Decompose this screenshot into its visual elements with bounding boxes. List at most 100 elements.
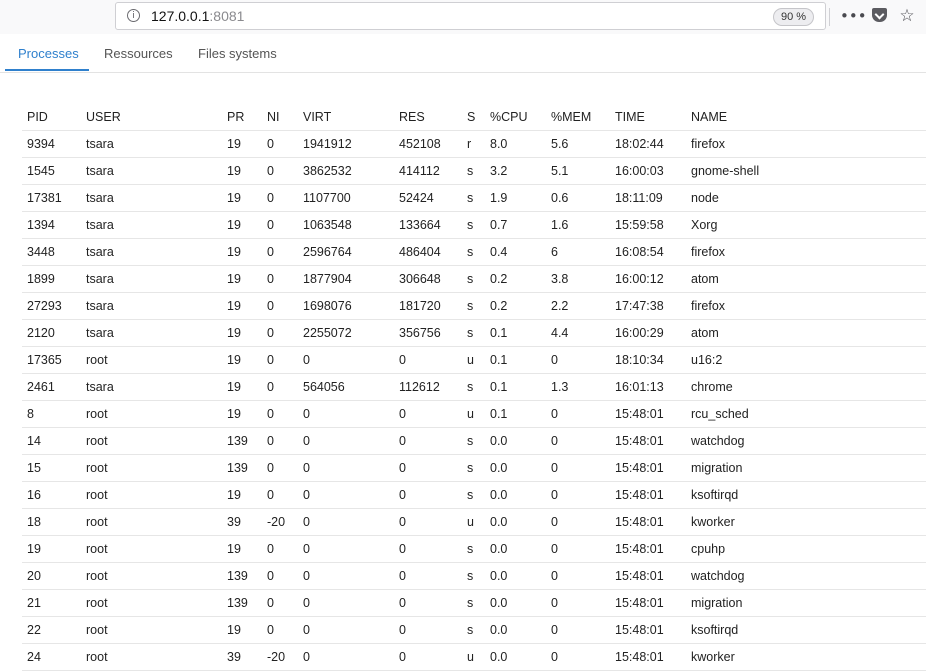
cell-ni: 0 bbox=[267, 461, 274, 475]
cell-user: root bbox=[86, 542, 108, 556]
table-row[interactable]: 15 root 139 0 0 0 s 0.0 0 15:48:01 migration bbox=[22, 455, 926, 482]
cell-cpu: 0.2 bbox=[490, 299, 508, 313]
table-row[interactable]: 9394 tsara 19 0 1941912 452108 r 8.0 5.6 18:02:44… bbox=[22, 131, 926, 158]
column-header-state[interactable]: S bbox=[467, 110, 475, 124]
cell-mem: 0 bbox=[551, 623, 558, 637]
cell-pid: 3448 bbox=[27, 245, 55, 259]
cell-mem: 2.2 bbox=[551, 299, 569, 313]
cell-pr: 19 bbox=[227, 272, 241, 286]
url-host: 127.0.0.1 bbox=[151, 8, 210, 24]
cell-res: 0 bbox=[399, 515, 406, 529]
cell-cpu: 0.0 bbox=[490, 623, 508, 637]
cell-cpu: 0.0 bbox=[490, 650, 508, 664]
cell-time: 16:00:12 bbox=[615, 272, 664, 286]
table-row[interactable]: 21 root 139 0 0 0 s 0.0 0 15:48:01 migration bbox=[22, 590, 926, 617]
cell-time: 16:00:29 bbox=[615, 326, 664, 340]
table-row[interactable]: 18 root 39 -20 0 0 u 0.0 0 15:48:01 kworker bbox=[22, 509, 926, 536]
table-row[interactable]: 17365 root 19 0 0 0 u 0.1 0 18:10:34 u16:2 bbox=[22, 347, 926, 374]
cell-pid: 21 bbox=[27, 596, 41, 610]
column-header-mem[interactable]: %MEM bbox=[551, 110, 591, 124]
cell-cpu: 0.0 bbox=[490, 434, 508, 448]
tab-processes[interactable]: Processes bbox=[18, 46, 79, 61]
cell-ni: 0 bbox=[267, 407, 274, 421]
cell-state: r bbox=[467, 137, 472, 151]
page-actions-icon[interactable]: ••• bbox=[840, 6, 867, 26]
cell-cpu: 0.1 bbox=[490, 380, 508, 394]
table-row[interactable]: 16 root 19 0 0 0 s 0.0 0 15:48:01 ksoftirqd bbox=[22, 482, 926, 509]
table-row[interactable]: 2461 tsara 19 0 564056 112612 s 0.1 1.3 16:01:13 c… bbox=[22, 374, 926, 401]
cell-cpu: 0.7 bbox=[490, 218, 508, 232]
table-row[interactable]: 22 root 19 0 0 0 s 0.0 0 15:48:01 ksoftirqd bbox=[22, 617, 926, 644]
cell-time: 15:48:01 bbox=[615, 596, 664, 610]
cell-ni: 0 bbox=[267, 164, 274, 178]
cell-pid: 24 bbox=[27, 650, 41, 664]
cell-time: 15:48:01 bbox=[615, 515, 664, 529]
cell-pid: 20 bbox=[27, 569, 41, 583]
column-header-pr[interactable]: PR bbox=[227, 110, 244, 124]
cell-state: s bbox=[467, 326, 474, 340]
column-header-pid[interactable]: PID bbox=[27, 110, 48, 124]
cell-ni: 0 bbox=[267, 272, 274, 286]
process-table: PID USER PR NI VIRT RES S %CPU %MEM TIME NAME 9394… bbox=[22, 104, 926, 671]
cell-user: root bbox=[86, 461, 108, 475]
address-bar[interactable]: i 127.0.0.1:8081 90 % bbox=[115, 2, 826, 30]
table-row[interactable]: 1394 tsara 19 0 1063548 133664 s 0.7 1.6 15:59:58… bbox=[22, 212, 926, 239]
cell-virt: 1698076 bbox=[303, 299, 352, 313]
cell-name: atom bbox=[691, 272, 719, 286]
cell-mem: 0 bbox=[551, 488, 558, 502]
table-row[interactable]: 20 root 139 0 0 0 s 0.0 0 15:48:01 watchdog bbox=[22, 563, 926, 590]
cell-user: root bbox=[86, 650, 108, 664]
column-header-cpu[interactable]: %CPU bbox=[490, 110, 528, 124]
table-row[interactable]: 24 root 39 -20 0 0 u 0.0 0 15:48:01 kworker bbox=[22, 644, 926, 671]
cell-virt: 0 bbox=[303, 569, 310, 583]
url-text[interactable]: 127.0.0.1:8081 bbox=[151, 8, 244, 24]
column-header-name[interactable]: NAME bbox=[691, 110, 727, 124]
cell-pr: 19 bbox=[227, 164, 241, 178]
tab-ressources[interactable]: Ressources bbox=[104, 46, 173, 61]
cell-pid: 19 bbox=[27, 542, 41, 556]
table-row[interactable]: 3448 tsara 19 0 2596764 486404 s 0.4 6 16:08:54 fi… bbox=[22, 239, 926, 266]
tab-files-systems[interactable]: Files systems bbox=[198, 46, 277, 61]
cell-user: tsara bbox=[86, 272, 114, 286]
cell-pid: 18 bbox=[27, 515, 41, 529]
cell-user: tsara bbox=[86, 218, 114, 232]
column-header-user[interactable]: USER bbox=[86, 110, 121, 124]
cell-res: 181720 bbox=[399, 299, 441, 313]
cell-res: 0 bbox=[399, 353, 406, 367]
pocket-icon[interactable] bbox=[872, 8, 887, 22]
cell-pid: 1394 bbox=[27, 218, 55, 232]
column-header-time[interactable]: TIME bbox=[615, 110, 645, 124]
cell-res: 452108 bbox=[399, 137, 441, 151]
cell-user: root bbox=[86, 353, 108, 367]
table-row[interactable]: 1899 tsara 19 0 1877904 306648 s 0.2 3.8 16:00:12… bbox=[22, 266, 926, 293]
cell-state: s bbox=[467, 191, 474, 205]
table-row[interactable]: 14 root 139 0 0 0 s 0.0 0 15:48:01 watchdog bbox=[22, 428, 926, 455]
table-row[interactable]: 17381 tsara 19 0 1107700 52424 s 1.9 0.6 18:11:09… bbox=[22, 185, 926, 212]
cell-cpu: 3.2 bbox=[490, 164, 508, 178]
table-row[interactable]: 1545 tsara 19 0 3862532 414112 s 3.2 5.1 16:00:03… bbox=[22, 158, 926, 185]
cell-virt: 1107700 bbox=[303, 191, 351, 205]
cell-state: s bbox=[467, 434, 474, 448]
column-header-res[interactable]: RES bbox=[399, 110, 425, 124]
cell-name: watchdog bbox=[691, 434, 745, 448]
column-header-ni[interactable]: NI bbox=[267, 110, 280, 124]
cell-state: s bbox=[467, 164, 474, 178]
column-header-virt[interactable]: VIRT bbox=[303, 110, 331, 124]
table-row[interactable]: 2120 tsara 19 0 2255072 356756 s 0.1 4.4 16:00:29… bbox=[22, 320, 926, 347]
cell-state: s bbox=[467, 461, 474, 475]
bookmark-star-icon[interactable]: ☆ bbox=[897, 6, 917, 26]
cell-pid: 15 bbox=[27, 461, 41, 475]
info-icon[interactable]: i bbox=[127, 9, 140, 22]
cell-pr: 19 bbox=[227, 488, 241, 502]
cell-res: 0 bbox=[399, 461, 406, 475]
cell-ni: 0 bbox=[267, 488, 274, 502]
table-row[interactable]: 27293 tsara 19 0 1698076 181720 s 0.2 2.2 17:47:3… bbox=[22, 293, 926, 320]
table-row[interactable]: 8 root 19 0 0 0 u 0.1 0 15:48:01 rcu_sched bbox=[22, 401, 926, 428]
cell-res: 133664 bbox=[399, 218, 441, 232]
table-row[interactable]: 19 root 19 0 0 0 s 0.0 0 15:48:01 cpuhp bbox=[22, 536, 926, 563]
cell-name: ksoftirqd bbox=[691, 623, 739, 637]
zoom-level-badge[interactable]: 90 % bbox=[773, 8, 815, 26]
cell-mem: 0.6 bbox=[551, 191, 569, 205]
toolbar-left-area bbox=[0, 0, 115, 34]
cell-ni: -20 bbox=[267, 650, 286, 664]
